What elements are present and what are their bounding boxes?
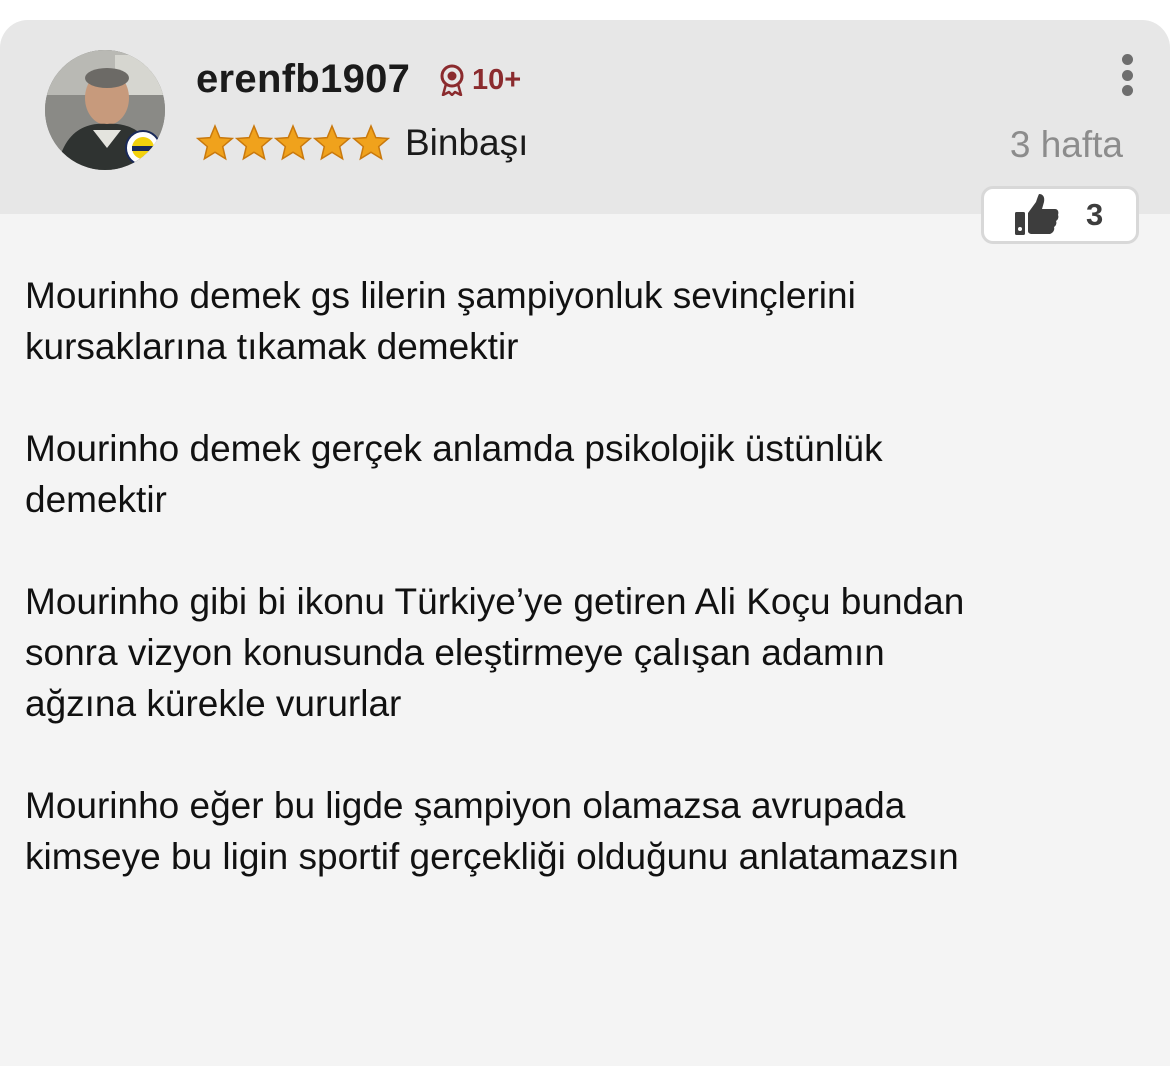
star-rating [196,124,390,162]
thumbs-up-icon [1015,194,1059,235]
comment-paragraph: Mourinho eğer bu ligde şampiyon olamazsa… [25,785,959,877]
comment-body: Mourinho demek gs lilerin şampiyonluk se… [25,270,1145,933]
more-options-button[interactable] [1105,50,1149,100]
user-avatar[interactable] [45,50,165,170]
username[interactable]: erenfb1907 [196,57,410,102]
avatar-image [45,50,165,170]
star-icon [274,124,312,161]
comment-paragraph: Mourinho gibi bi ikonu Türkiye’ye getire… [25,581,965,724]
star-icon [352,124,390,161]
like-count: 3 [1086,197,1104,232]
user-rank: Binbaşı [405,122,529,163]
star-icon [196,124,234,161]
badge-label: 10+ [472,63,522,96]
comment-card: erenfb1907 10+ Binbaşı 3 hafta 3 Mourinh… [0,20,1170,1066]
comment-paragraph: Mourinho demek gerçek anlamda psikolojik… [25,428,883,520]
star-icon [313,124,351,161]
star-icon [235,124,273,161]
more-vertical-icon [1121,69,1133,81]
medal-icon [440,64,464,96]
comment-header: erenfb1907 10+ Binbaşı 3 hafta [0,20,1170,214]
more-vertical-icon [1121,85,1133,96]
user-badge: 10+ [438,64,521,96]
comment-paragraph: Mourinho demek gs lilerin şampiyonluk se… [25,275,856,367]
like-button[interactable]: 3 [981,186,1139,244]
comment-time: 3 hafta [1009,124,1123,165]
more-vertical-icon [1121,54,1133,65]
